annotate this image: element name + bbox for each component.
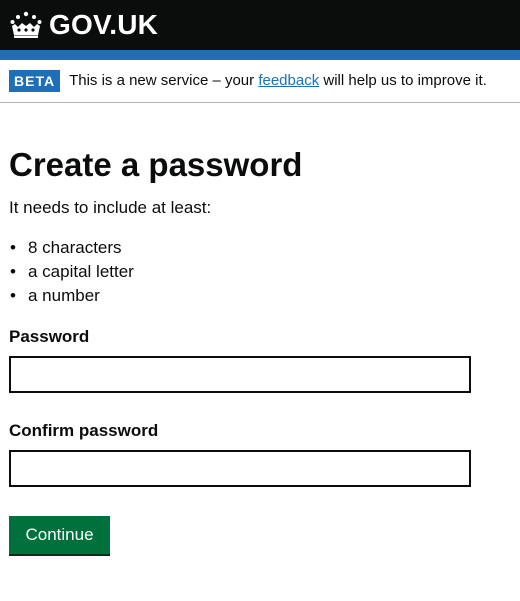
list-item: • a number bbox=[9, 284, 470, 308]
site-header: GOV.UK bbox=[0, 0, 520, 50]
list-item: • 8 characters bbox=[9, 236, 470, 260]
requirement-text: 8 characters bbox=[28, 238, 122, 257]
header-blue-stripe bbox=[0, 50, 520, 60]
requirement-text: a capital letter bbox=[28, 262, 134, 281]
bullet-icon: • bbox=[10, 238, 16, 257]
bullet-icon: • bbox=[10, 286, 16, 305]
page-title: Create a password bbox=[9, 146, 303, 183]
phase-text-after: will help us to improve it. bbox=[319, 72, 487, 89]
govuk-logotype: GOV.UK bbox=[49, 9, 159, 40]
confirm-password-input[interactable] bbox=[9, 450, 471, 487]
password-requirements-intro: It needs to include at least: bbox=[9, 198, 212, 217]
password-requirements-list: • 8 characters • a capital letter • a numbe… bbox=[9, 236, 470, 308]
requirement-text: a number bbox=[28, 286, 100, 305]
beta-tag: BETA bbox=[9, 70, 61, 92]
phase-banner: BETA This is a new service – your feedba… bbox=[0, 60, 520, 103]
confirm-password-label: Confirm password bbox=[9, 421, 159, 440]
crown-icon bbox=[10, 11, 42, 38]
phase-banner-text: This is a new service – your feedback wi… bbox=[69, 71, 487, 91]
password-label: Password bbox=[9, 327, 90, 346]
bullet-icon: • bbox=[10, 262, 16, 281]
list-item: • a capital letter bbox=[9, 260, 470, 284]
continue-button[interactable]: Continue bbox=[9, 516, 110, 554]
password-form-group: Password bbox=[9, 327, 471, 393]
password-input[interactable] bbox=[9, 356, 471, 393]
phase-text-before: This is a new service – your bbox=[69, 72, 259, 89]
govuk-home-link[interactable]: GOV.UK bbox=[9, 9, 158, 41]
confirm-password-form-group: Confirm password bbox=[9, 421, 471, 487]
feedback-link[interactable]: feedback bbox=[258, 72, 319, 89]
main-content: Create a password It needs to include at… bbox=[0, 145, 520, 554]
